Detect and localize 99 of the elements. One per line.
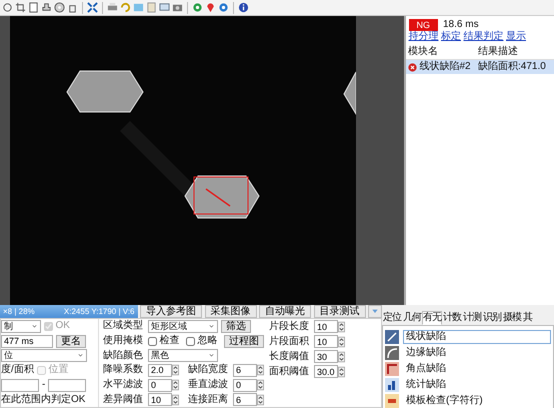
number-field[interactable]: 30: [314, 350, 338, 363]
caret-icon: [77, 352, 84, 360]
checkbox[interactable]: [186, 336, 195, 346]
field-label: 片段长度: [269, 320, 310, 332]
field-label: 长度阈值: [269, 350, 310, 362]
toolbar-link[interactable]: 持分理: [408, 30, 438, 42]
action-button[interactable]: 采集图像: [204, 305, 256, 318]
field-label: 水平滤波: [103, 379, 144, 392]
status-badge: NG: [408, 18, 438, 30]
field-label: 使用掩模: [103, 335, 144, 347]
field-label: 区域类型: [103, 320, 144, 332]
checkbox[interactable]: [148, 336, 157, 346]
field-label: 缺陷宽度: [188, 364, 229, 376]
spin-arrows-icon[interactable]: [338, 350, 345, 362]
camera-icon[interactable]: [172, 2, 183, 13]
number-field[interactable]: 10: [314, 335, 338, 348]
cursor-position: X:2455 Y:1790 | V:6: [64, 306, 134, 318]
number-field[interactable]: 10: [148, 393, 172, 406]
page-icon[interactable]: [28, 2, 39, 13]
info-icon[interactable]: [238, 2, 249, 13]
tool-item[interactable]: 统计缺陷: [403, 378, 551, 392]
action-button[interactable]: 自动曝光: [259, 305, 311, 318]
range-separator: -: [42, 379, 46, 392]
spin-arrows-icon[interactable]: [257, 364, 264, 376]
tool-item[interactable]: 线状缺陷: [403, 330, 551, 344]
dropdown[interactable]: 位: [1, 349, 87, 362]
disc-icon[interactable]: [54, 2, 65, 13]
caret-icon: [208, 352, 215, 360]
field-label: 片段面积: [269, 336, 310, 348]
tool-item[interactable]: 角点缺陷: [403, 362, 551, 376]
number-field[interactable]: 30.0: [314, 365, 338, 378]
crop-icon[interactable]: [15, 2, 26, 13]
spin-arrows-icon[interactable]: [257, 394, 264, 406]
field-label: 差异阈值: [103, 394, 144, 406]
module-name: 线状缺陷#2: [420, 61, 471, 73]
spin-arrows-icon[interactable]: [172, 379, 179, 392]
number-field[interactable]: 2.0: [148, 364, 172, 377]
zoom-level: ×8 | 28%: [3, 306, 35, 318]
field-label: 度/面积: [1, 364, 34, 376]
spin-arrows-icon[interactable]: [338, 320, 345, 332]
action-button[interactable]: 导入参考图: [140, 305, 202, 318]
template-tool-icon: [385, 394, 399, 408]
dropdown[interactable]: 黑色: [148, 349, 218, 362]
spin-arrows-icon[interactable]: [172, 364, 179, 376]
printer-icon[interactable]: [107, 2, 118, 13]
rename-button[interactable]: 更名: [56, 334, 86, 348]
curve-tool-icon: [385, 346, 399, 360]
field-label: 连接距离: [188, 394, 229, 406]
checkbox-label: 检查: [160, 335, 180, 347]
field-label: 垂直滤波: [188, 379, 229, 392]
tool-tab[interactable]: 其: [522, 311, 533, 325]
toolbar-link[interactable]: 结果判定: [464, 30, 504, 42]
toolbar-link[interactable]: 标定: [441, 30, 461, 42]
document-icon[interactable]: [146, 2, 157, 13]
fit-icon[interactable]: [87, 2, 98, 13]
toolbar-link[interactable]: 显示: [506, 30, 526, 42]
time-field[interactable]: 477 ms: [1, 334, 53, 348]
elapsed-time: 18.6 ms: [443, 18, 479, 30]
field-label: 缺陷颜色: [103, 350, 144, 362]
field-label: 面积阈值: [269, 366, 310, 378]
column-header: 模块名: [408, 46, 439, 58]
monitor-icon[interactable]: [159, 2, 170, 13]
caret-icon: [31, 322, 38, 330]
number-field[interactable]: 6: [233, 364, 257, 377]
spin-arrows-icon[interactable]: [338, 336, 345, 348]
dropdown[interactable]: 矩形区域: [148, 320, 218, 333]
result-text: 缺陷面积:471.0: [478, 61, 546, 73]
number-field[interactable]: 0: [233, 378, 257, 392]
tool-tab[interactable]: 有无: [422, 311, 442, 325]
process-image-button[interactable]: 过程图: [224, 334, 264, 348]
spin-arrows-icon[interactable]: [172, 394, 179, 406]
line-tool-icon: [385, 330, 399, 344]
defect-line: [206, 188, 230, 207]
inspection-region-box: [194, 176, 248, 214]
number-field[interactable]: 6: [233, 393, 257, 406]
range-min-field[interactable]: [1, 378, 39, 392]
checkbox-label: 忽略: [198, 335, 218, 347]
map-pin-icon[interactable]: [205, 2, 216, 13]
chart-tool-icon: [385, 378, 399, 392]
checkbox-label: 位置: [48, 364, 68, 376]
spin-arrows-icon[interactable]: [338, 366, 345, 378]
dropdown[interactable]: 制: [1, 320, 41, 333]
corner-tool-icon: [385, 362, 399, 376]
tool-item[interactable]: 边缘缺陷: [403, 346, 551, 360]
checkbox-label: OK: [56, 320, 70, 332]
range-max-field[interactable]: [48, 378, 86, 392]
number-field[interactable]: 0: [148, 378, 172, 392]
filter-button[interactable]: 筛选: [221, 320, 251, 333]
field-label: 降噪系数: [103, 364, 144, 376]
result-row[interactable]: 线状缺陷#2 缺陷面积:471.0: [406, 60, 554, 74]
caret-icon: [371, 307, 379, 316]
column-header: 结果描述: [478, 46, 518, 58]
number-field[interactable]: 10: [314, 320, 338, 333]
hint-text: 在此范围内判定OK: [1, 394, 86, 406]
spin-arrows-icon[interactable]: [257, 379, 264, 392]
tool-item[interactable]: 模板检查(字符行): [403, 394, 551, 408]
action-button[interactable]: 目录测试: [314, 305, 366, 318]
caret-icon: [208, 322, 215, 330]
stamp-icon[interactable]: [41, 2, 52, 13]
